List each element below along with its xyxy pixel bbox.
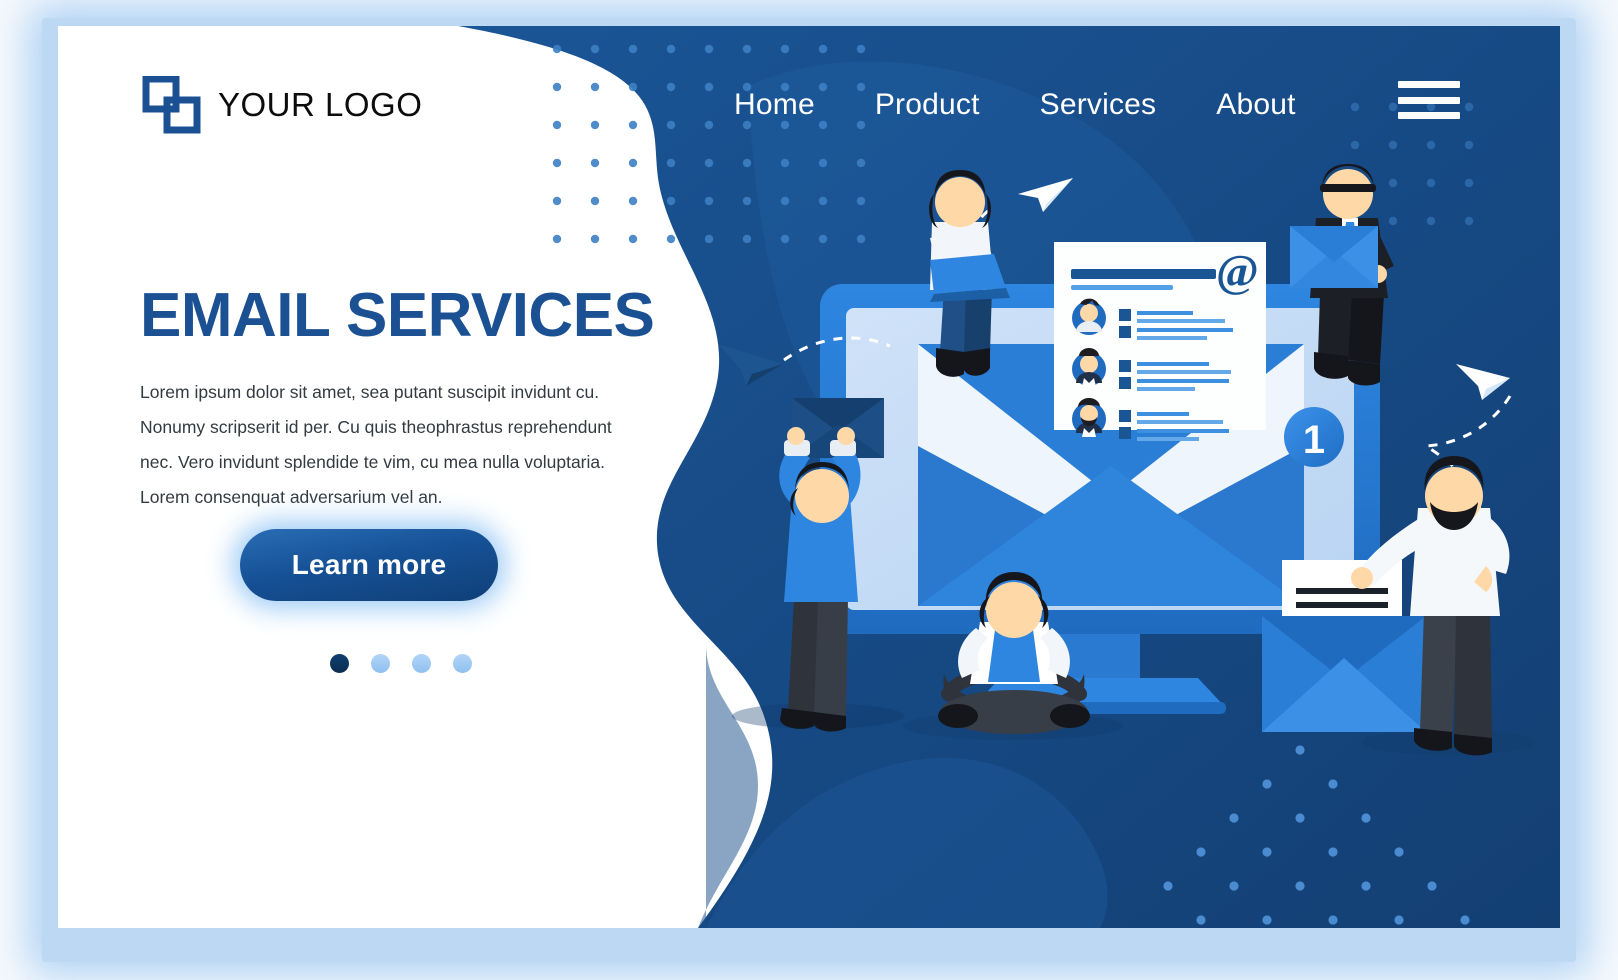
learn-more-button[interactable]: Learn more (240, 529, 498, 601)
carousel-dot-1[interactable] (330, 654, 349, 673)
at-symbol: @ (1216, 245, 1259, 296)
page-stage: @ 1 YOUR LOGO Home Product Services Abou… (0, 0, 1618, 980)
logo-text: YOUR LOGO (218, 86, 423, 123)
hero-paragraph: Lorem ipsum dolor sit amet, sea putant s… (140, 382, 612, 508)
cta-wrapper: Learn more (240, 529, 498, 601)
carousel-dot-3[interactable] (412, 654, 431, 673)
hamburger-line-3 (1398, 112, 1460, 119)
hamburger-line-2 (1398, 96, 1460, 104)
carousel-pagination (330, 654, 472, 673)
hero-section: EMAIL SERVICES Lorem ipsum dolor sit ame… (140, 281, 670, 673)
main-navigation: Home Product Services About (734, 88, 1296, 122)
page-title: EMAIL SERVICES (140, 281, 655, 350)
carousel-dot-2[interactable] (371, 654, 390, 673)
carousel-dot-4[interactable] (453, 654, 472, 673)
notification-badge: 1 (1284, 407, 1344, 467)
nav-item-about[interactable]: About (1216, 88, 1295, 122)
site-header: YOUR LOGO Home Product Services About (58, 26, 1560, 176)
logo[interactable]: YOUR LOGO (142, 76, 422, 134)
landing-page-card: @ 1 YOUR LOGO Home Product Services Abou… (58, 26, 1560, 928)
nav-item-services[interactable]: Services (1040, 88, 1157, 122)
paper-plane-icon (1018, 178, 1073, 212)
hamburger-line-1 (1398, 81, 1460, 88)
hamburger-menu-icon[interactable] (1398, 78, 1460, 122)
svg-text:1: 1 (1303, 418, 1325, 462)
nav-item-product[interactable]: Product (875, 88, 980, 122)
paper-plane-icon-2 (718, 344, 783, 386)
two-overlapping-squares-logo-icon (142, 76, 201, 134)
envelope-with-letter (1262, 560, 1426, 732)
email-list-card: @ (1054, 242, 1266, 441)
nav-item-home[interactable]: Home (734, 88, 815, 122)
paper-plane-icon-3 (1456, 364, 1510, 400)
